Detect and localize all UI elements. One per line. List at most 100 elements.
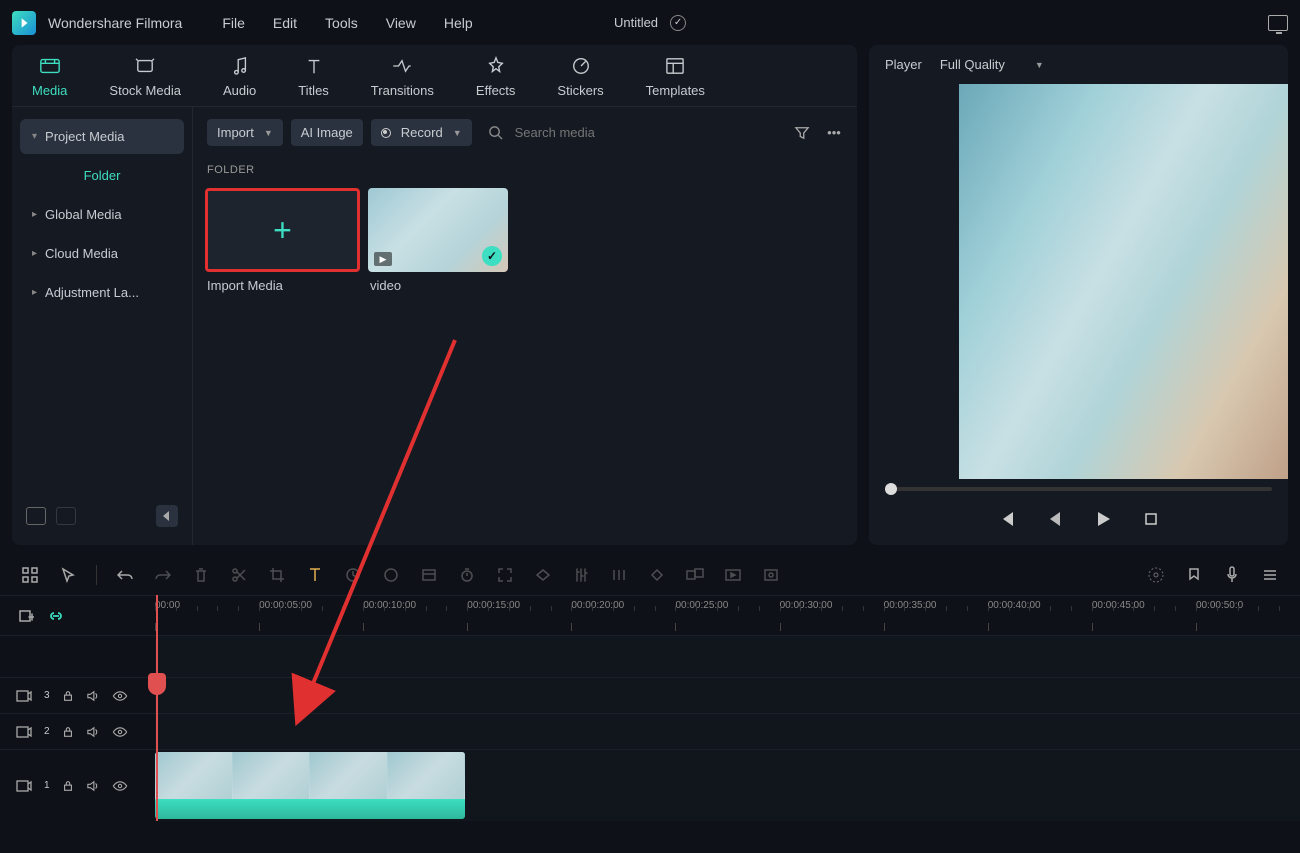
audio-mixer-icon[interactable] [1260,565,1280,585]
track-type-icon [16,780,32,792]
lock-icon[interactable] [62,780,74,792]
preview-scrubber[interactable] [869,479,1288,499]
media-icon [38,55,62,77]
track-content[interactable] [155,714,1300,749]
sync-status-icon[interactable]: ✓ [670,15,686,31]
split-icon[interactable] [229,565,249,585]
tab-titles[interactable]: Titles [298,55,329,106]
tab-stock-media[interactable]: Stock Media [109,55,181,106]
playhead-handle[interactable] [148,673,166,695]
sidebar-item-folder[interactable]: Folder [20,158,184,193]
tab-audio[interactable]: Audio [223,55,256,106]
titlebar: Wondershare Filmora File Edit Tools View… [0,0,1300,45]
add-track-icon[interactable] [16,606,36,626]
step-back-button[interactable] [1045,509,1065,529]
link-icon[interactable] [46,606,66,626]
group-icon[interactable] [685,565,705,585]
sidebar-item-cloud-media[interactable]: ▸Cloud Media [20,236,184,271]
track-content[interactable] [155,678,1300,713]
cursor-icon[interactable] [58,565,78,585]
tab-stickers[interactable]: Stickers [557,55,603,106]
media-content: Import▼ AI Image Record▼ ••• FOLDER + Im… [192,107,857,545]
plus-icon: + [273,212,292,249]
stop-button[interactable] [1141,509,1161,529]
marker-icon[interactable] [1184,565,1204,585]
render-icon[interactable] [723,565,743,585]
timer-icon[interactable] [457,565,477,585]
transitions-icon [390,55,414,77]
ai-image-button[interactable]: AI Image [291,119,363,146]
menu-tools[interactable]: Tools [325,15,358,31]
sidebar-item-adjustment-layer[interactable]: ▸Adjustment La... [20,275,184,310]
scrubber-thumb[interactable] [885,483,897,495]
track-content[interactable]: ▶video [155,750,1300,821]
player-label: Player [885,57,922,72]
tab-templates[interactable]: Templates [646,55,705,106]
tab-media[interactable]: Media [32,55,67,106]
new-bin-icon[interactable] [56,507,76,525]
search-input[interactable] [511,121,785,144]
preview-viewport[interactable] [959,84,1288,479]
import-media-tile[interactable]: + Import Media [205,188,360,299]
stickers-icon [569,55,593,77]
mixer-icon[interactable] [609,565,629,585]
lock-icon[interactable] [62,726,74,738]
menubar: File Edit Tools View Help [222,15,472,31]
spacer-track[interactable] [155,636,1300,677]
time-ruler[interactable]: 00:0000:00:05:0000:00:10:0000:00:15:0000… [155,596,1300,635]
filter-icon[interactable] [793,124,811,142]
visibility-icon[interactable] [112,727,128,737]
menu-view[interactable]: View [386,15,416,31]
import-button[interactable]: Import▼ [207,119,283,146]
preview-panel: Player Full Quality▼ [869,45,1288,545]
undo-icon[interactable] [115,565,135,585]
delete-icon[interactable] [191,565,211,585]
expand-icon[interactable] [495,565,515,585]
menu-file[interactable]: File [222,15,245,31]
mute-icon[interactable] [86,780,100,792]
quality-dropdown[interactable]: Full Quality▼ [940,57,1044,72]
media-grid: + Import Media ▶ ✓ video [193,182,857,305]
clip-type-icon: ▶ [374,252,392,266]
mic-icon[interactable] [1222,565,1242,585]
track-head: 3 [0,690,155,702]
tab-transitions[interactable]: Transitions [371,55,434,106]
export-icon[interactable] [761,565,781,585]
collapse-sidebar-button[interactable] [156,505,178,527]
speed-icon[interactable] [343,565,363,585]
playhead[interactable] [156,595,158,821]
track-row: 3 [0,677,1300,713]
color-icon[interactable] [381,565,401,585]
sidebar-item-global-media[interactable]: ▸Global Media [20,197,184,232]
prev-frame-button[interactable] [997,509,1017,529]
mask-icon[interactable] [533,565,553,585]
timeline-clip[interactable]: ▶video [155,752,465,819]
effects-tl-icon[interactable] [419,565,439,585]
imported-check-icon: ✓ [482,246,502,266]
menu-edit[interactable]: Edit [273,15,297,31]
record-button[interactable]: Record▼ [371,119,472,146]
adjust-icon[interactable] [571,565,591,585]
tab-effects[interactable]: Effects [476,55,516,106]
titles-icon [302,55,326,77]
grid-icon[interactable] [20,565,40,585]
keyframe-icon[interactable] [647,565,667,585]
target-icon[interactable] [1146,565,1166,585]
mute-icon[interactable] [86,726,100,738]
redo-icon[interactable] [153,565,173,585]
sidebar-item-project-media[interactable]: ▾Project Media [20,119,184,154]
visibility-icon[interactable] [112,781,128,791]
crop-icon[interactable] [267,565,287,585]
media-tile-video[interactable]: ▶ ✓ video [368,188,508,299]
text-icon[interactable] [305,565,325,585]
visibility-icon[interactable] [112,691,128,701]
record-icon [381,128,391,138]
mute-icon[interactable] [86,690,100,702]
menu-help[interactable]: Help [444,15,473,31]
new-folder-icon[interactable] [26,507,46,525]
play-button[interactable] [1093,509,1113,529]
display-icon[interactable] [1268,15,1288,31]
more-icon[interactable]: ••• [825,124,843,142]
project-title: Untitled [614,15,658,30]
lock-icon[interactable] [62,690,74,702]
